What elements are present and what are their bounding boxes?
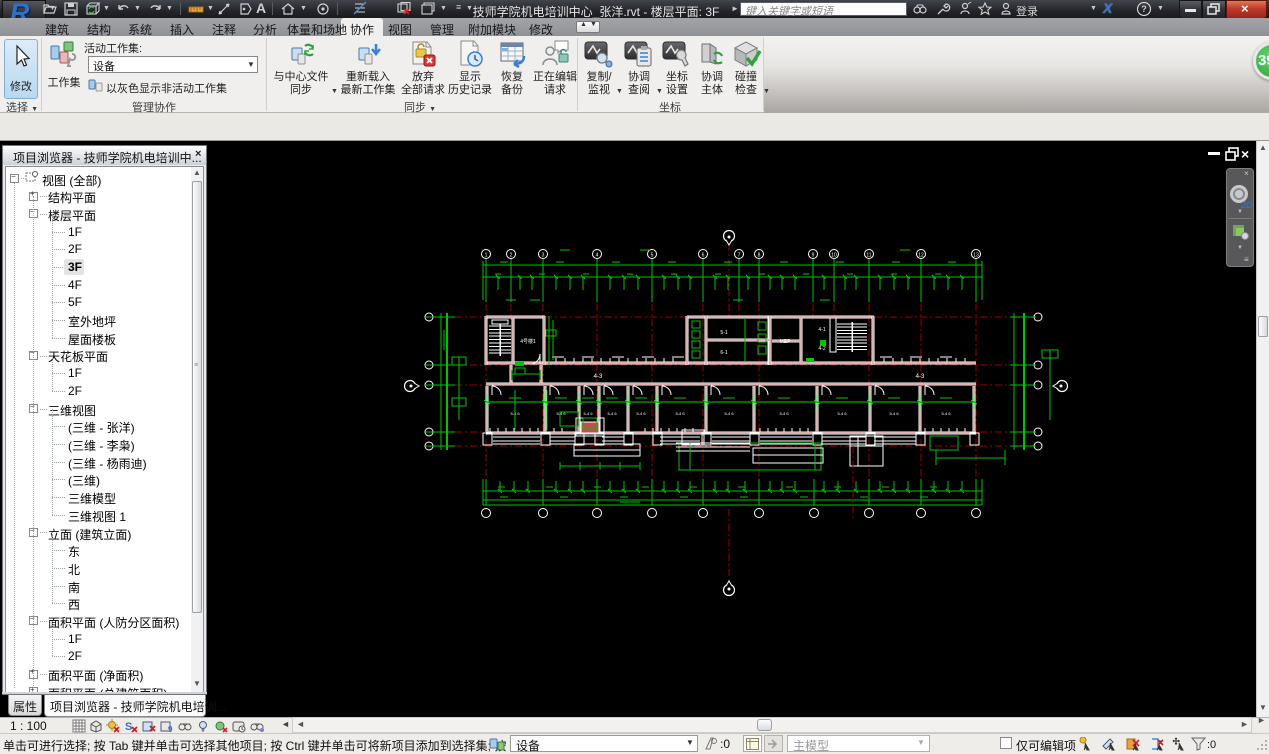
- svg-text:4-1: 4-1: [818, 327, 825, 333]
- svg-text:5-4 6: 5-4 6: [675, 411, 685, 416]
- svg-text:6-1: 6-1: [720, 350, 727, 356]
- svg-text:3: 3: [542, 253, 545, 259]
- svg-text:5-4 6: 5-4 6: [837, 411, 847, 416]
- svg-text:7: 7: [738, 253, 741, 259]
- svg-text:4-2: 4-2: [818, 346, 825, 352]
- svg-text:5-4 6: 5-4 6: [724, 411, 734, 416]
- svg-text:5-4 6: 5-4 6: [941, 411, 951, 416]
- svg-text:2: 2: [510, 253, 513, 259]
- svg-text:4-3: 4-3: [594, 374, 603, 380]
- svg-text:9: 9: [812, 253, 815, 259]
- svg-text:4: 4: [596, 253, 599, 259]
- svg-text:5-4 6: 5-4 6: [607, 411, 617, 416]
- svg-text:MEP: MEP: [780, 339, 792, 345]
- svg-text:4-3: 4-3: [916, 374, 925, 380]
- svg-text:6: 6: [702, 253, 705, 259]
- svg-text:10: 10: [831, 253, 837, 259]
- svg-text:8: 8: [758, 253, 761, 259]
- svg-text:5-4 6: 5-4 6: [779, 411, 789, 416]
- svg-text:S: S: [125, 721, 132, 733]
- svg-text:11: 11: [866, 253, 871, 259]
- svg-text:12: 12: [918, 253, 924, 259]
- svg-text:9: 9: [168, 725, 173, 733]
- svg-text:5-4 6: 5-4 6: [583, 411, 593, 416]
- svg-text:4号楼1: 4号楼1: [520, 338, 536, 345]
- svg-text:5-1: 5-1: [720, 330, 727, 336]
- svg-text:5: 5: [651, 253, 654, 259]
- svg-text:5-4 6: 5-4 6: [889, 411, 899, 416]
- svg-text:5-4 6: 5-4 6: [636, 411, 646, 416]
- svg-text:1: 1: [485, 253, 488, 259]
- svg-text:13: 13: [973, 253, 979, 259]
